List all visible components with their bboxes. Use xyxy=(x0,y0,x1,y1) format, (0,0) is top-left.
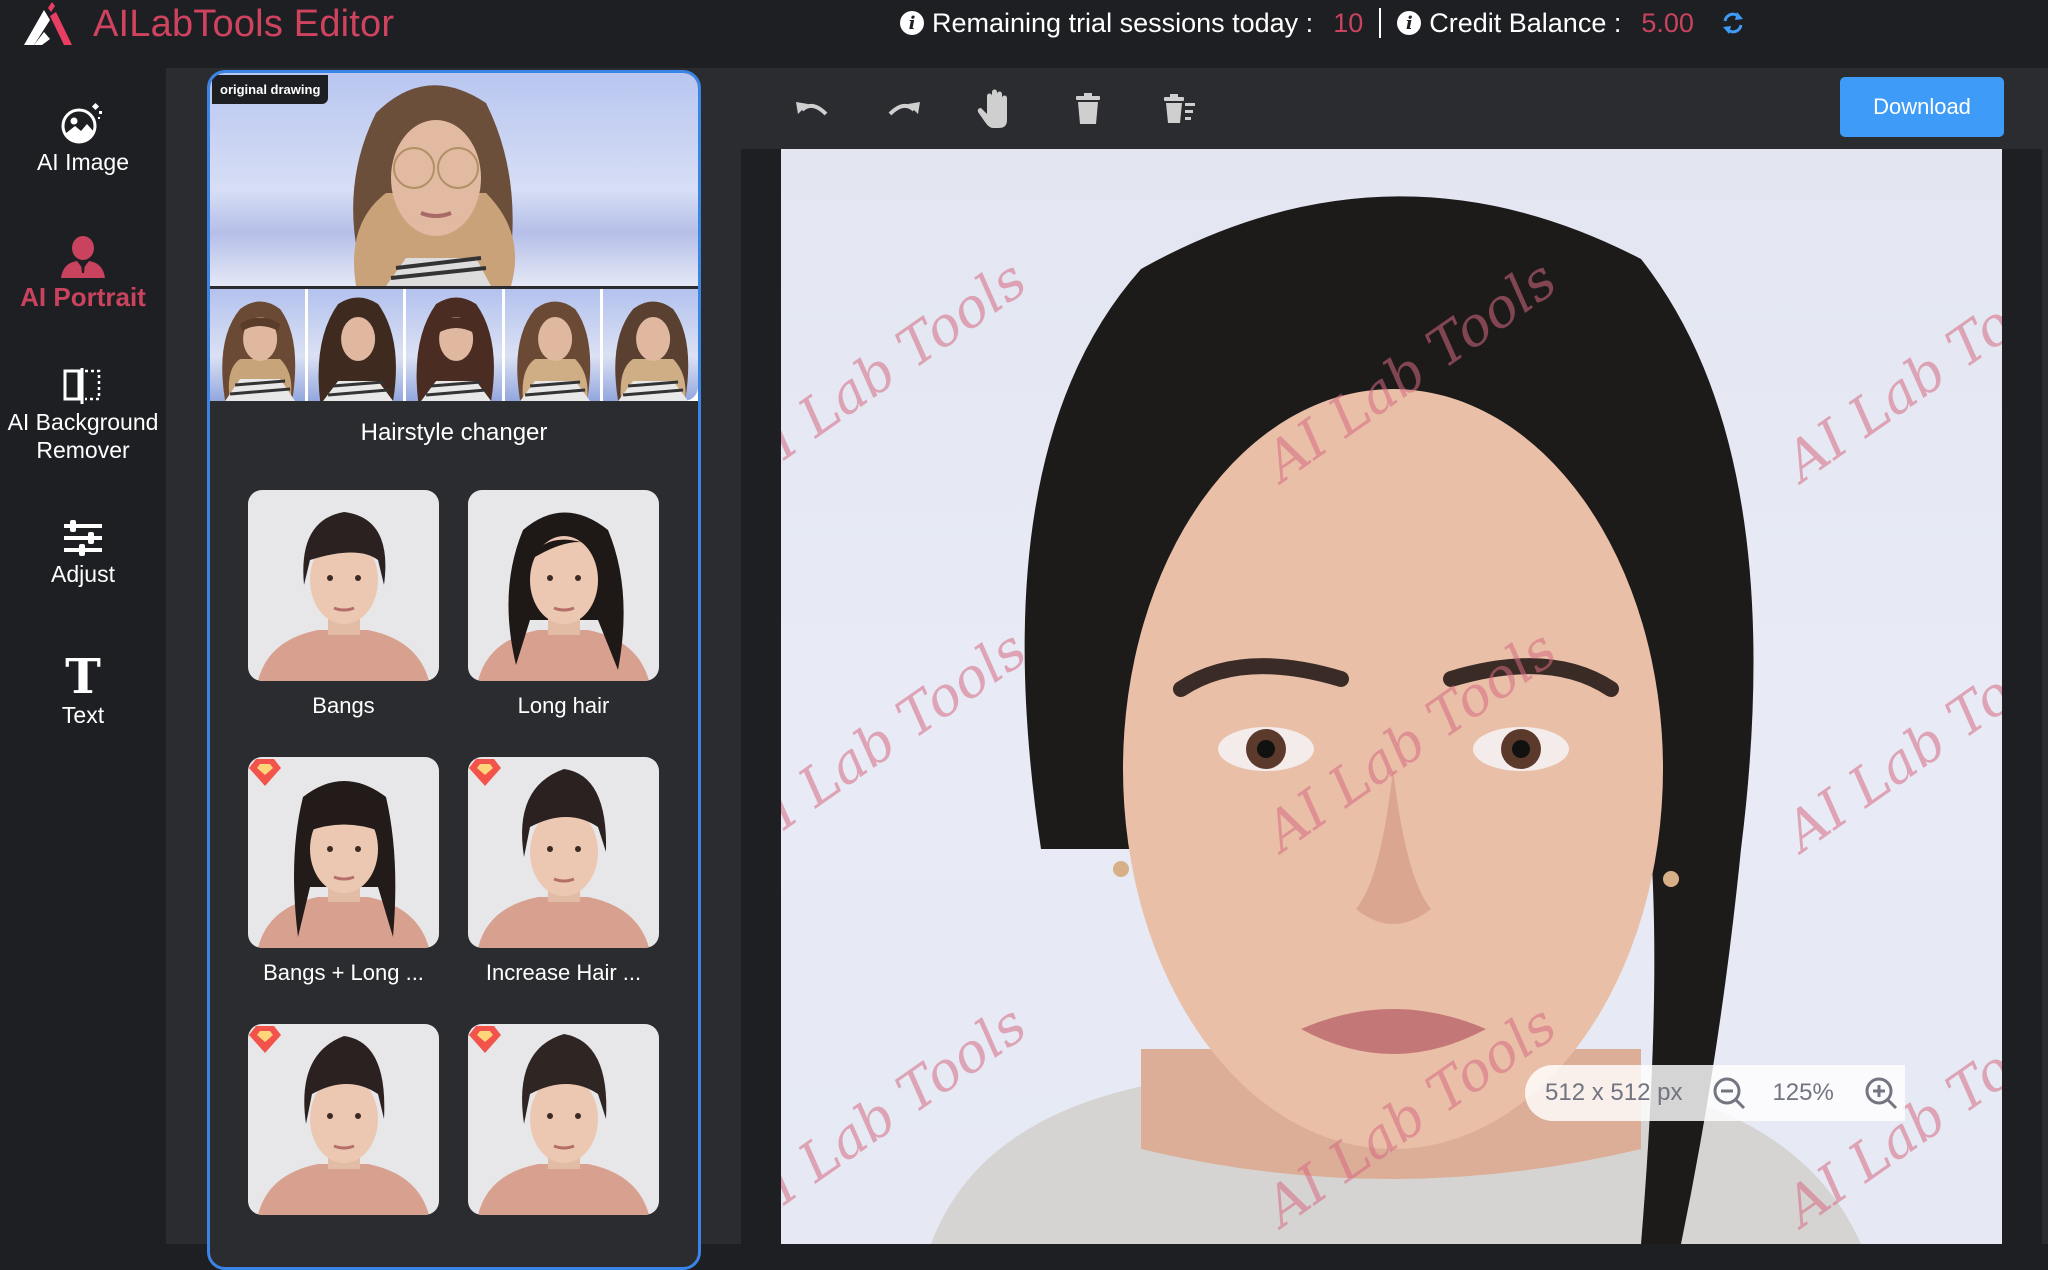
sidebar: AI Image AI Portrait AI Background Remove… xyxy=(0,68,166,1244)
result-thumbnail[interactable] xyxy=(308,289,404,401)
status-bar: i Remaining trial sessions today : 10 i … xyxy=(900,6,1746,40)
download-button[interactable]: Download xyxy=(1840,77,2004,137)
undo-icon xyxy=(796,102,828,116)
credit-balance-value: 5.00 xyxy=(1641,7,1694,38)
premium-gem-icon xyxy=(249,1026,281,1053)
editor-canvas[interactable]: AI Lab Tools AI Lab Tools AI Lab Tools A… xyxy=(741,149,2042,1244)
remaining-sessions-value: 10 xyxy=(1333,7,1364,38)
original-image-preview: original drawing xyxy=(210,73,698,286)
redo-icon xyxy=(888,102,920,116)
app-title: AILabTools Editor xyxy=(93,3,395,45)
style-option-label: Bangs xyxy=(312,693,375,718)
zoom-out-button[interactable] xyxy=(1712,1076,1746,1110)
premium-gem-icon xyxy=(469,1026,501,1053)
style-option-increase-hair[interactable]: Increase Hair ... xyxy=(468,757,659,986)
delete-button[interactable] xyxy=(1065,86,1111,132)
undo-button[interactable] xyxy=(789,86,835,132)
style-preview-image xyxy=(468,757,659,948)
style-option-5[interactable] xyxy=(248,1024,439,1215)
ai-image-icon xyxy=(61,102,102,144)
result-thumbnail[interactable] xyxy=(504,289,600,401)
portrait-preview-image xyxy=(353,85,516,286)
trash-icon xyxy=(1076,93,1100,124)
sidebar-item-text[interactable]: T Text xyxy=(0,653,166,729)
zoom-level: 125% xyxy=(1772,1079,1834,1106)
style-preview-image xyxy=(248,1024,439,1215)
style-preview-image xyxy=(248,490,439,681)
redo-button[interactable] xyxy=(881,86,927,132)
style-option-label: Bangs + Long ... xyxy=(263,960,424,985)
style-option-bangs[interactable]: Bangs xyxy=(248,490,439,719)
clear-all-button[interactable] xyxy=(1157,86,1203,132)
sidebar-item-label: AI Image xyxy=(36,149,130,175)
zoom-controls: 512 x 512 px 125% xyxy=(1525,1065,1905,1121)
label-line-1: AI Background xyxy=(7,409,159,435)
edited-portrait-image: AI Lab Tools AI Lab Tools AI Lab Tools A… xyxy=(781,149,2002,1244)
result-thumbnails xyxy=(210,289,698,401)
style-option-long-hair[interactable]: Long hair xyxy=(468,490,659,719)
style-preview-image xyxy=(468,1024,659,1215)
editor-toolbar: Download xyxy=(741,68,2048,149)
result-thumbnail[interactable] xyxy=(406,289,502,401)
sidebar-item-ai-image[interactable]: AI Image xyxy=(0,102,166,176)
result-thumbnail[interactable] xyxy=(210,289,306,401)
app-header: AILabTools Editor i Remaining trial sess… xyxy=(0,0,2048,68)
zoom-in-button[interactable] xyxy=(1864,1076,1898,1110)
image-dimensions: 512 x 512 px xyxy=(1545,1079,1683,1106)
svg-text:T: T xyxy=(65,653,101,697)
sidebar-item-adjust[interactable]: Adjust xyxy=(0,520,166,588)
style-option-bangs-long[interactable]: Bangs + Long ... xyxy=(248,757,439,986)
card-title: Hairstyle changer xyxy=(360,419,548,446)
premium-gem-icon xyxy=(249,759,281,786)
original-drawing-badge: original drawing xyxy=(212,75,329,104)
sliders-icon xyxy=(64,520,102,556)
style-option-6[interactable] xyxy=(468,1024,659,1215)
result-thumbnail[interactable] xyxy=(602,289,698,401)
zoom-out-icon xyxy=(1713,1077,1746,1110)
portrait-icon xyxy=(61,236,105,278)
hairstyle-changer-card[interactable]: original drawing Hairstyle changer Bangs… xyxy=(207,70,701,1270)
sidebar-item-label: AI Background Remover xyxy=(0,408,166,464)
style-option-label: Increase Hair ... xyxy=(485,960,642,985)
status-divider xyxy=(1379,8,1382,38)
refresh-icon[interactable] xyxy=(1720,10,1746,36)
info-icon[interactable]: i xyxy=(900,11,924,35)
style-preview-image xyxy=(248,757,439,948)
sidebar-item-label: Text xyxy=(61,702,105,728)
canvas-side-gutter xyxy=(2042,149,2048,1244)
info-icon[interactable]: i xyxy=(1397,11,1422,35)
hand-icon xyxy=(977,89,1007,128)
sidebar-item-background-remover[interactable]: AI Background Remover xyxy=(0,368,166,464)
tool-panel: original drawing Hairstyle changer Bangs… xyxy=(166,68,741,1270)
sidebar-item-label: Adjust xyxy=(51,561,115,587)
background-remover-icon xyxy=(63,368,101,404)
app-logo-icon xyxy=(24,2,72,45)
label-line-2: Remover xyxy=(36,437,130,463)
remaining-sessions-label: Remaining trial sessions today : xyxy=(932,7,1314,38)
text-icon: T xyxy=(65,653,101,697)
zoom-in-icon xyxy=(1865,1077,1897,1110)
sidebar-item-label: AI Portrait xyxy=(20,282,146,312)
sidebar-item-ai-portrait[interactable]: AI Portrait xyxy=(0,235,166,311)
credit-balance-label: Credit Balance : xyxy=(1429,7,1622,38)
pan-hand-button[interactable] xyxy=(973,86,1019,132)
premium-gem-icon xyxy=(469,759,501,786)
style-preview-image xyxy=(468,490,659,681)
style-option-label: Long hair xyxy=(517,693,610,718)
clear-all-icon xyxy=(1164,94,1195,123)
